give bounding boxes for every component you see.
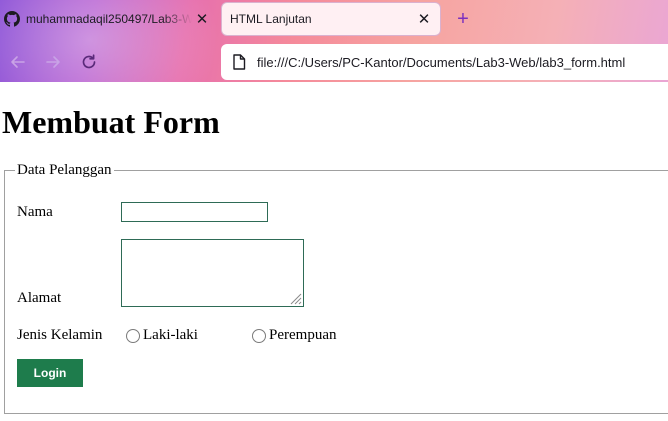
nama-input[interactable] [121, 202, 268, 222]
jenis-kelamin-label: Jenis Kelamin [17, 327, 103, 343]
alamat-textarea[interactable] [121, 239, 304, 307]
radio-circle[interactable] [126, 328, 140, 343]
nama-label: Nama [17, 204, 53, 220]
reload-button[interactable] [77, 50, 101, 74]
radio-label: Perempuan [269, 327, 337, 343]
radio-laki-laki[interactable]: Laki-laki [126, 327, 198, 344]
page-title: Membuat Form [2, 104, 220, 140]
tab-title: muhammadaqil250497/Lab3-Web [26, 12, 192, 26]
customer-fieldset: Data Pelanggan [4, 162, 668, 414]
github-icon [4, 11, 20, 27]
login-button[interactable]: Login [17, 359, 83, 387]
tab-html-lanjutan[interactable]: HTML Lanjutan ✕ [221, 2, 441, 36]
address-bar[interactable]: file:///C:/Users/PC-Kantor/Documents/Lab… [221, 44, 668, 80]
page-content: Membuat Form Data Pelanggan Nama Alamat … [0, 82, 668, 421]
page-icon [231, 54, 247, 70]
close-tab-icon[interactable]: ✕ [414, 9, 434, 29]
back-button[interactable] [6, 50, 30, 74]
reload-icon [82, 54, 96, 69]
browser-chrome: muhammadaqil250497/Lab3-Web ✕ HTML Lanju… [0, 0, 668, 82]
radio-perempuan[interactable]: Perempuan [252, 327, 336, 344]
close-tab-icon[interactable]: ✕ [192, 9, 212, 29]
url-text: file:///C:/Users/PC-Kantor/Documents/Lab… [257, 54, 626, 70]
radio-circle[interactable] [252, 328, 266, 343]
radio-label: Laki-laki [143, 327, 198, 343]
tab-github[interactable]: muhammadaqil250497/Lab3-Web ✕ [0, 2, 218, 36]
nav-toolbar: file:///C:/Users/PC-Kantor/Documents/Lab… [0, 42, 668, 82]
alamat-label: Alamat [17, 290, 62, 306]
forward-button[interactable] [41, 50, 65, 74]
fieldset-legend: Data Pelanggan [17, 162, 112, 178]
arrow-right-icon [46, 56, 60, 68]
resize-grip-icon[interactable] [288, 291, 302, 305]
tab-title: HTML Lanjutan [230, 12, 312, 26]
arrow-left-icon [11, 56, 25, 68]
new-tab-button[interactable]: + [452, 8, 474, 30]
